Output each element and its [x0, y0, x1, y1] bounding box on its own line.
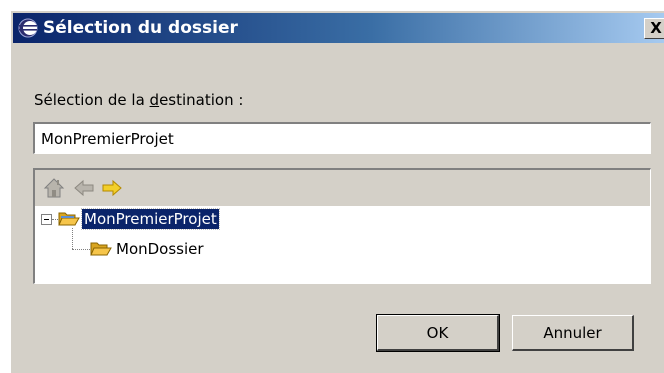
- destination-label-mnemonic: d: [149, 91, 160, 109]
- destination-input[interactable]: [33, 122, 651, 154]
- tree-connector: [72, 249, 90, 250]
- tree-connector: [72, 228, 73, 249]
- eclipse-icon: [18, 18, 38, 38]
- dialog-title: Sélection du dossier: [43, 18, 238, 38]
- close-icon: X: [650, 19, 662, 37]
- folder-tree: MonPremierProjet MonDossier: [35, 206, 650, 283]
- collapse-toggle[interactable]: [41, 214, 52, 225]
- tree-node-root[interactable]: MonPremierProjet: [81, 208, 220, 230]
- open-folder-icon: [90, 242, 112, 256]
- destination-label-start: Sélection de la: [34, 91, 150, 109]
- destination-label-end: estination :: [159, 91, 244, 109]
- close-button[interactable]: X: [644, 18, 664, 39]
- open-folder-icon: [58, 212, 80, 226]
- tree-toolbar: [35, 170, 650, 206]
- cancel-button[interactable]: Annuler: [512, 315, 634, 351]
- forward-arrow-icon[interactable]: [101, 177, 123, 199]
- tree-node-child[interactable]: MonDossier: [114, 239, 206, 259]
- title-bar[interactable]: Sélection du dossier X: [13, 13, 664, 43]
- folder-tree-panel: MonPremierProjet MonDossier: [33, 168, 651, 284]
- dialog-window: Sélection du dossier X Sélection de la d…: [10, 10, 664, 373]
- destination-label: Sélection de la destination :: [34, 91, 243, 109]
- ok-button[interactable]: OK: [376, 314, 500, 352]
- back-arrow-icon[interactable]: [73, 177, 95, 199]
- home-icon[interactable]: [43, 177, 65, 199]
